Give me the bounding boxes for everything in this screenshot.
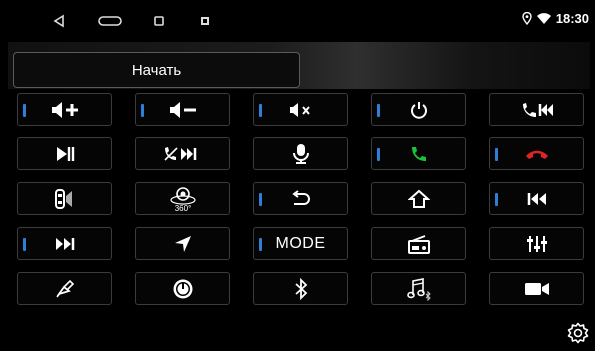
- phone-previous-icon: [522, 102, 553, 117]
- volume-up-icon: [51, 101, 78, 118]
- key-bluetooth-music[interactable]: [371, 272, 466, 305]
- key-return[interactable]: [253, 182, 348, 215]
- key-play-pause[interactable]: [17, 137, 112, 170]
- camera-360-label: 360°: [174, 204, 191, 212]
- key-phone-off-next[interactable]: [135, 137, 230, 170]
- key-navigation[interactable]: [135, 227, 230, 260]
- call-answer-icon: [411, 146, 426, 161]
- navigation-icon: [174, 235, 191, 252]
- bluetooth-icon: [294, 277, 307, 300]
- key-indicator: [23, 104, 26, 117]
- key-next-track[interactable]: [17, 227, 112, 260]
- radio-icon: [407, 234, 430, 254]
- key-indicator: [377, 104, 380, 117]
- microphone-icon: [292, 143, 309, 164]
- phone-off-next-icon: [163, 146, 196, 161]
- key-volume-down[interactable]: [135, 93, 230, 126]
- key-microphone[interactable]: [253, 137, 348, 170]
- key-indicator: [141, 104, 144, 117]
- key-indicator: [259, 193, 262, 206]
- key-indicator: [259, 104, 262, 117]
- key-call-answer[interactable]: [371, 137, 466, 170]
- key-power[interactable]: [371, 93, 466, 126]
- key-indicator: [377, 148, 380, 161]
- steering-key-grid: 360° MODE: [0, 0, 595, 351]
- settings-button[interactable]: [567, 322, 589, 349]
- key-phone-previous[interactable]: [489, 93, 584, 126]
- key-dvd[interactable]: [135, 272, 230, 305]
- next-track-icon: [55, 237, 74, 250]
- play-pause-icon: [56, 146, 74, 161]
- bluetooth-music-icon: [406, 277, 431, 301]
- key-equalizer[interactable]: [489, 227, 584, 260]
- mode-label: MODE: [275, 234, 326, 252]
- key-indicator: [23, 238, 26, 251]
- key-video-camera[interactable]: [489, 272, 584, 305]
- key-car-speaker[interactable]: [17, 182, 112, 215]
- key-camera-360[interactable]: 360°: [135, 182, 230, 215]
- key-mode[interactable]: MODE: [253, 227, 348, 260]
- key-bluetooth[interactable]: [253, 272, 348, 305]
- key-indicator: [495, 193, 498, 206]
- satellite-icon: [55, 279, 74, 297]
- call-hangup-icon: [525, 150, 548, 159]
- key-indicator: [259, 238, 262, 251]
- previous-track-icon: [527, 192, 546, 205]
- equalizer-icon: [526, 235, 547, 252]
- camera-360-icon: 360°: [169, 186, 196, 212]
- video-camera-icon: [524, 282, 549, 295]
- car-speaker-icon: [54, 188, 72, 209]
- key-volume-up[interactable]: [17, 93, 112, 126]
- key-radio[interactable]: [371, 227, 466, 260]
- key-mute[interactable]: [253, 93, 348, 126]
- key-home[interactable]: [371, 182, 466, 215]
- dvd-disc-icon: [173, 279, 192, 298]
- volume-down-icon: [169, 101, 196, 118]
- mute-icon: [289, 102, 310, 117]
- home-icon: [407, 189, 430, 208]
- key-satellite[interactable]: [17, 272, 112, 305]
- power-icon: [410, 101, 427, 119]
- key-indicator: [495, 148, 498, 161]
- key-call-hangup[interactable]: [489, 137, 584, 170]
- return-icon: [291, 189, 310, 205]
- key-previous-track[interactable]: [489, 182, 584, 215]
- gear-icon: [567, 322, 589, 344]
